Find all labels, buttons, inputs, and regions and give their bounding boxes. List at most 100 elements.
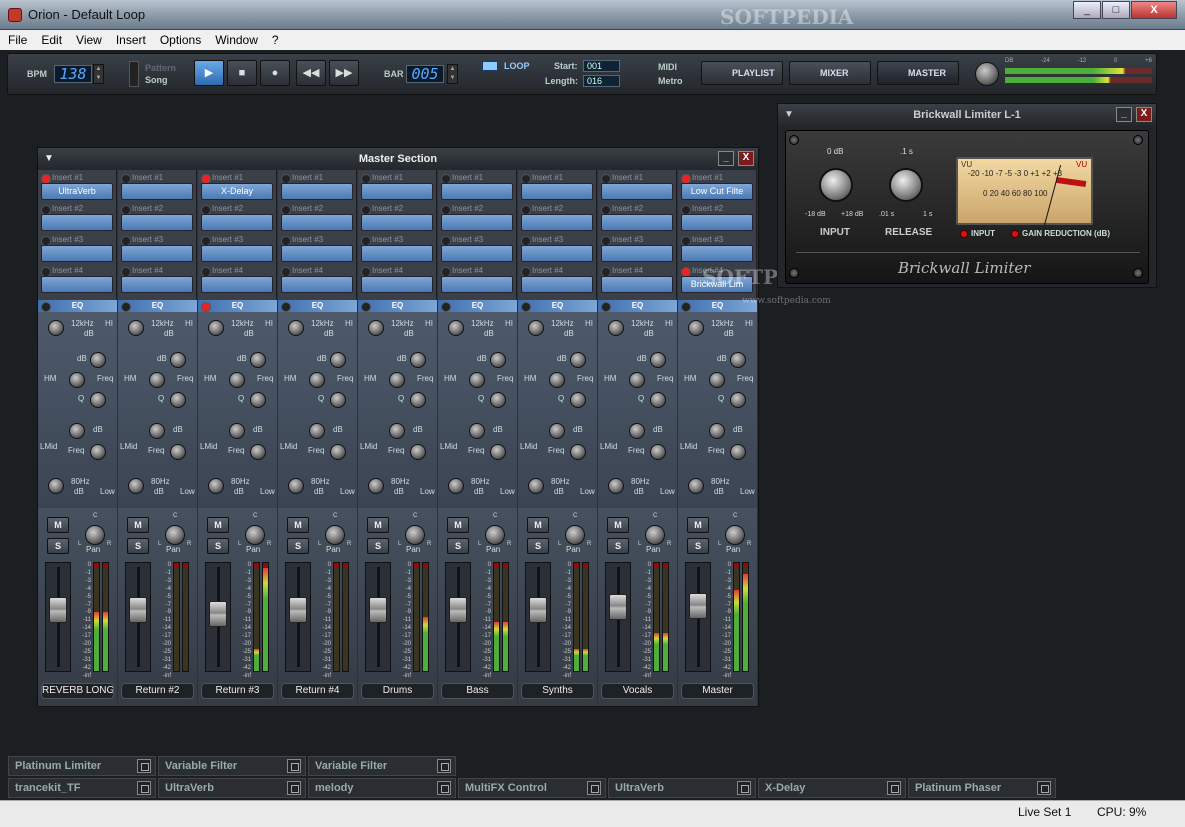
eq-hi-knob[interactable]: [368, 320, 384, 336]
volume-fader[interactable]: [685, 562, 711, 672]
fader-cap[interactable]: [49, 597, 67, 623]
insert-button[interactable]: [441, 214, 513, 231]
insert-button[interactable]: [361, 276, 433, 293]
channel-name[interactable]: Bass: [441, 683, 514, 699]
fader-cap[interactable]: [209, 601, 227, 627]
pattern-song-switch[interactable]: [129, 61, 139, 87]
eq-hi-knob[interactable]: [448, 320, 464, 336]
forward-button[interactable]: ▶▶: [329, 60, 359, 86]
limiter-close[interactable]: X: [1136, 107, 1152, 122]
insert-button[interactable]: [601, 276, 673, 293]
menu-options[interactable]: Options: [160, 30, 201, 50]
plugin-tray-button[interactable]: UltraVerb: [158, 778, 306, 798]
eq-lmid-db-knob[interactable]: [149, 423, 165, 439]
pan-knob[interactable]: [245, 525, 265, 545]
master-section-close[interactable]: X: [738, 151, 754, 166]
mute-button[interactable]: M: [607, 517, 629, 533]
eq-hm-q-knob[interactable]: [570, 392, 586, 408]
channel-name[interactable]: Drums: [361, 683, 434, 699]
insert-button[interactable]: [281, 214, 353, 231]
solo-button[interactable]: S: [367, 538, 389, 554]
insert-button[interactable]: [681, 245, 753, 262]
insert-button[interactable]: [521, 245, 593, 262]
eq-hm-db-knob[interactable]: [730, 352, 746, 368]
eq-hm-freq-knob[interactable]: [309, 372, 325, 388]
restore-icon[interactable]: [137, 759, 151, 773]
menu-insert[interactable]: Insert: [116, 30, 146, 50]
eq-lmid-db-knob[interactable]: [69, 423, 85, 439]
eq-lmid-freq-knob[interactable]: [490, 444, 506, 460]
eq-hm-db-knob[interactable]: [90, 352, 106, 368]
eq-hm-freq-knob[interactable]: [229, 372, 245, 388]
loop-start-field[interactable]: 001: [583, 60, 620, 72]
eq-lmid-freq-knob[interactable]: [330, 444, 346, 460]
stop-button[interactable]: ■: [227, 60, 257, 86]
eq-hm-db-knob[interactable]: [650, 352, 666, 368]
eq-hm-db-knob[interactable]: [570, 352, 586, 368]
insert-button[interactable]: [361, 214, 433, 231]
solo-button[interactable]: S: [607, 538, 629, 554]
eq-lmid-freq-knob[interactable]: [650, 444, 666, 460]
eq-hm-freq-knob[interactable]: [629, 372, 645, 388]
eq-lmid-freq-knob[interactable]: [250, 444, 266, 460]
plugin-tray-button[interactable]: trancekit_TF: [8, 778, 156, 798]
plugin-tray-button[interactable]: MultiFX Control: [458, 778, 606, 798]
bar-display[interactable]: 005: [406, 65, 444, 83]
insert-button[interactable]: [361, 245, 433, 262]
insert-button[interactable]: X-Delay: [201, 183, 273, 200]
rewind-button[interactable]: ◀◀: [296, 60, 326, 86]
limiter-collapse-icon[interactable]: ▼: [784, 104, 794, 126]
minimize-button[interactable]: _: [1073, 1, 1101, 19]
channel-name[interactable]: REVERB LONG: [41, 683, 114, 699]
master-section-minimize[interactable]: _: [718, 151, 734, 166]
mute-button[interactable]: M: [47, 517, 69, 533]
insert-button[interactable]: [601, 214, 673, 231]
eq-toggle[interactable]: EQ: [358, 300, 437, 312]
insert-button[interactable]: Low Cut Filte: [681, 183, 753, 200]
eq-toggle[interactable]: EQ: [518, 300, 597, 312]
volume-fader[interactable]: [285, 562, 311, 672]
eq-hm-db-knob[interactable]: [410, 352, 426, 368]
eq-hm-q-knob[interactable]: [250, 392, 266, 408]
master-button[interactable]: MASTER: [877, 61, 959, 85]
eq-lmid-db-knob[interactable]: [389, 423, 405, 439]
fader-cap[interactable]: [449, 597, 467, 623]
insert-button[interactable]: [521, 183, 593, 200]
pan-knob[interactable]: [645, 525, 665, 545]
plugin-tray-button[interactable]: UltraVerb: [608, 778, 756, 798]
bpm-spinner[interactable]: ▲ ▼: [93, 64, 104, 84]
eq-low-knob[interactable]: [528, 478, 544, 494]
pan-knob[interactable]: [325, 525, 345, 545]
restore-icon[interactable]: [1037, 781, 1051, 795]
eq-lmid-db-knob[interactable]: [629, 423, 645, 439]
restore-icon[interactable]: [437, 759, 451, 773]
eq-hm-q-knob[interactable]: [170, 392, 186, 408]
input-knob[interactable]: [819, 168, 853, 202]
eq-lmid-db-knob[interactable]: [229, 423, 245, 439]
master-volume-knob[interactable]: [975, 62, 999, 86]
eq-hm-db-knob[interactable]: [330, 352, 346, 368]
eq-hi-knob[interactable]: [528, 320, 544, 336]
eq-low-knob[interactable]: [208, 478, 224, 494]
master-section-header[interactable]: ▼ Master Section _ X: [38, 148, 758, 170]
insert-button[interactable]: [601, 245, 673, 262]
eq-hm-q-knob[interactable]: [410, 392, 426, 408]
mute-button[interactable]: M: [687, 517, 709, 533]
eq-hm-freq-knob[interactable]: [149, 372, 165, 388]
close-button[interactable]: X: [1131, 1, 1177, 19]
volume-fader[interactable]: [125, 562, 151, 672]
eq-hm-q-knob[interactable]: [650, 392, 666, 408]
eq-lmid-db-knob[interactable]: [469, 423, 485, 439]
eq-lmid-freq-knob[interactable]: [730, 444, 746, 460]
eq-hm-q-knob[interactable]: [490, 392, 506, 408]
mute-button[interactable]: M: [127, 517, 149, 533]
eq-hm-freq-knob[interactable]: [389, 372, 405, 388]
restore-icon[interactable]: [437, 781, 451, 795]
metro-label[interactable]: Metro: [658, 76, 683, 86]
restore-icon[interactable]: [287, 781, 301, 795]
insert-button[interactable]: [121, 183, 193, 200]
eq-low-knob[interactable]: [128, 478, 144, 494]
midi-label[interactable]: MIDI: [658, 62, 677, 72]
solo-button[interactable]: S: [127, 538, 149, 554]
plugin-tray-button[interactable]: Variable Filter: [308, 756, 456, 776]
